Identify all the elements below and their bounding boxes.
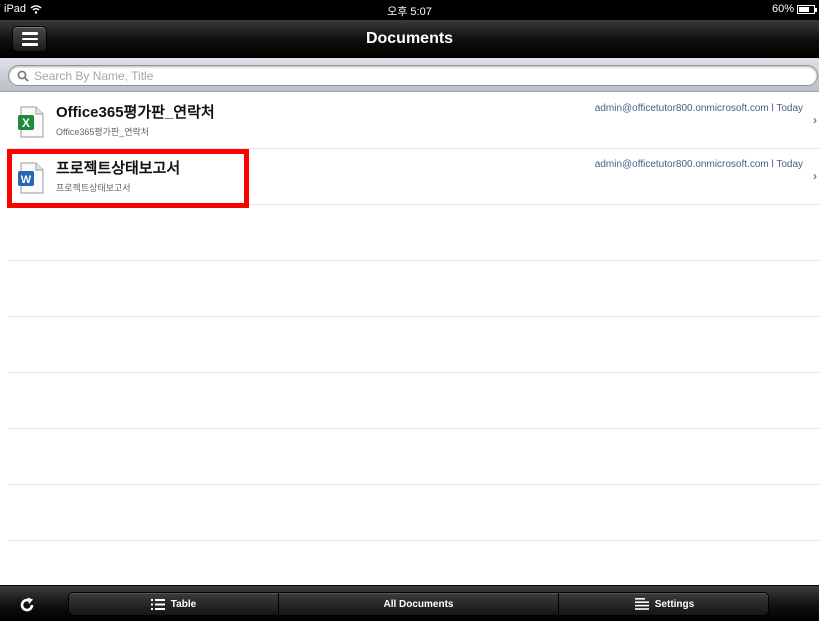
search-bar bbox=[0, 58, 819, 92]
bottom-toolbar: Table All Documents Settings bbox=[0, 585, 819, 621]
settings-label: Settings bbox=[654, 598, 695, 610]
list-icon bbox=[150, 598, 165, 610]
chevron-right-icon: › bbox=[813, 113, 817, 127]
word-letter: W bbox=[21, 174, 32, 186]
search-field[interactable] bbox=[8, 65, 818, 86]
empty-list-row bbox=[8, 205, 819, 261]
chevron-right-icon: › bbox=[813, 169, 817, 183]
settings-list-icon bbox=[634, 598, 649, 610]
empty-list-row bbox=[8, 261, 819, 317]
document-row[interactable]: X Office365평가판_연락처 Office365평가판_연락처 admi… bbox=[8, 93, 819, 149]
settings-button[interactable]: Settings bbox=[559, 593, 768, 615]
status-right: 60% bbox=[771, 3, 817, 15]
battery-icon bbox=[797, 4, 817, 14]
table-button[interactable]: Table bbox=[69, 593, 279, 615]
all-documents-button[interactable]: All Documents bbox=[279, 593, 559, 615]
empty-list-row bbox=[8, 317, 819, 373]
navigation-bar: Documents bbox=[0, 20, 819, 58]
battery-fill bbox=[799, 6, 809, 12]
status-bar: iPad 오후 5:07 60% bbox=[0, 0, 819, 20]
search-input[interactable] bbox=[34, 68, 794, 83]
empty-list-row bbox=[8, 429, 819, 485]
battery-percent: 60% bbox=[771, 3, 794, 15]
document-row[interactable]: W 프로젝트상태보고서 프로젝트상태보고서 admin@officetutor8… bbox=[8, 149, 819, 205]
document-subtitle: Office365평가판_연락처 bbox=[56, 127, 150, 137]
document-subtitle: 프로젝트상태보고서 bbox=[56, 183, 131, 193]
document-meta: admin@officetutor800.onmicrosoft.com l T… bbox=[594, 159, 803, 170]
document-title: Office365평가판_연락처 bbox=[56, 104, 215, 121]
search-icon bbox=[17, 70, 29, 82]
empty-list-row bbox=[8, 485, 819, 541]
status-time: 오후 5:07 bbox=[387, 6, 432, 18]
excel-file-icon: X bbox=[18, 106, 44, 138]
table-label: Table bbox=[170, 598, 197, 610]
word-file-icon: W bbox=[18, 162, 44, 194]
excel-letter: X bbox=[22, 116, 30, 130]
page-title: Documents bbox=[365, 30, 454, 47]
view-segmented-control: Table All Documents Settings bbox=[68, 592, 769, 616]
document-meta: admin@officetutor800.onmicrosoft.com l T… bbox=[594, 103, 803, 114]
document-list: X Office365평가판_연락처 Office365평가판_연락처 admi… bbox=[0, 93, 819, 597]
document-title: 프로젝트상태보고서 bbox=[56, 160, 181, 177]
all-documents-label: All Documents bbox=[383, 598, 454, 610]
empty-list-row bbox=[8, 373, 819, 429]
refresh-icon[interactable] bbox=[18, 596, 36, 614]
